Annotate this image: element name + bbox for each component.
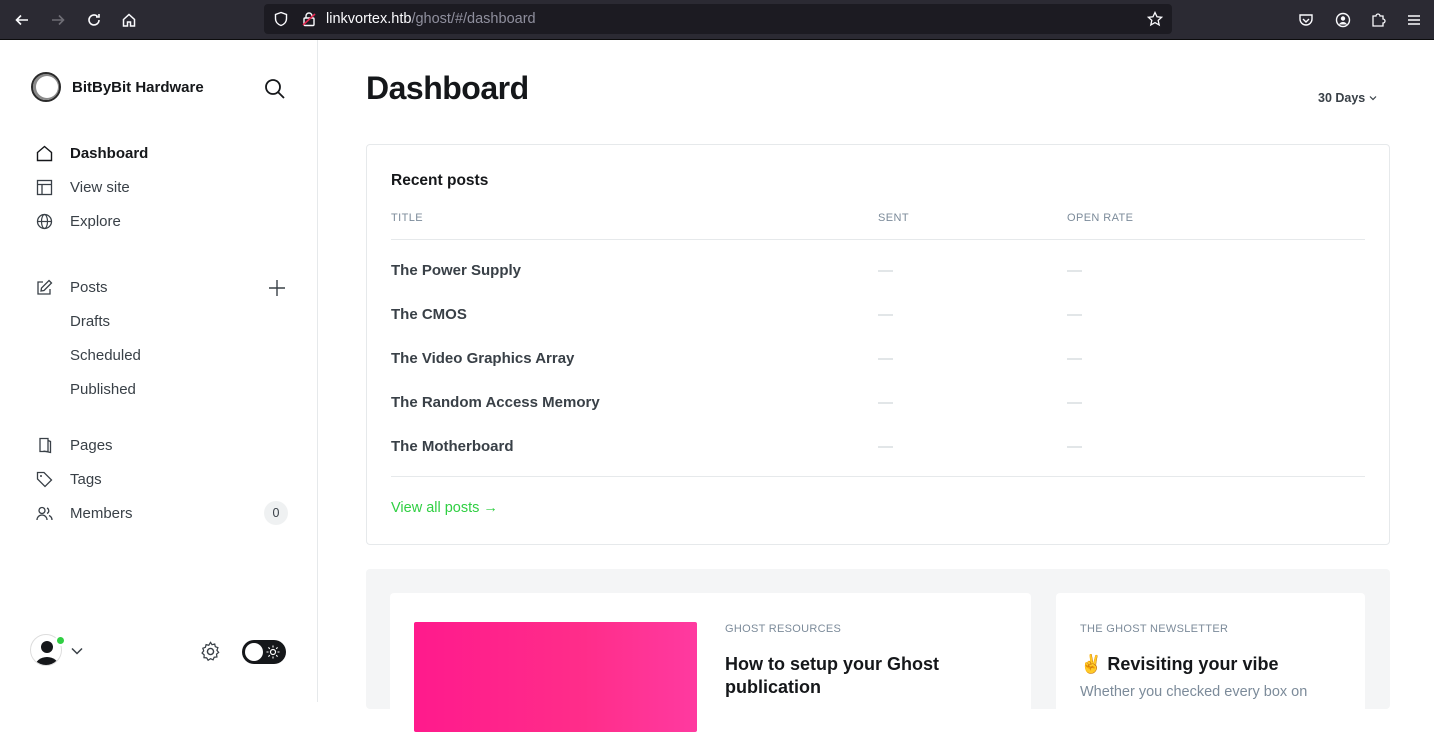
table-row[interactable]: The Video Graphics Array — — [391, 350, 1365, 374]
post-sent: — [878, 306, 893, 323]
resources-section: GHOST RESOURCES How to setup your Ghost … [366, 569, 1390, 732]
post-open-rate: — [1067, 262, 1082, 279]
sidebar-item-published[interactable]: Published [70, 381, 136, 398]
sidebar-item-explore[interactable]: Explore [36, 209, 288, 233]
newsletter-title[interactable]: ✌️ Revisiting your vibe [1080, 653, 1278, 676]
home-icon [36, 145, 53, 161]
chevron-down-icon[interactable] [70, 644, 84, 658]
column-header-open-rate: OPEN RATE [1067, 212, 1134, 224]
pages-icon [39, 437, 52, 453]
divider [391, 239, 1365, 240]
pocket-button[interactable] [1294, 8, 1318, 32]
toggle-knob [245, 643, 263, 661]
pocket-icon [1299, 14, 1313, 26]
ghost-resources-card[interactable]: GHOST RESOURCES How to setup your Ghost … [390, 593, 1031, 732]
sidebar: BitByBit Hardware Dashboard View site Ex… [0, 40, 318, 702]
table-row[interactable]: The Random Access Memory — — [391, 394, 1365, 418]
globe-icon [36, 213, 53, 229]
reload-icon [88, 14, 100, 26]
back-button[interactable] [10, 8, 34, 32]
table-row[interactable]: The Motherboard — — [391, 438, 1365, 462]
menu-button[interactable] [1402, 8, 1426, 32]
post-open-rate: — [1067, 350, 1082, 367]
ghost-newsletter-card[interactable]: THE GHOST NEWSLETTER ✌️ Revisiting your … [1056, 593, 1365, 713]
resource-title[interactable]: How to setup your Ghost publication [725, 653, 985, 699]
theme-toggle[interactable] [242, 640, 286, 664]
page-title: Dashboard [366, 70, 529, 106]
chevron-down-icon [1369, 96, 1377, 101]
sidebar-item-drafts[interactable]: Drafts [70, 313, 110, 330]
post-sent: — [878, 262, 893, 279]
browser-toolbar: linkvortex.htb/ghost/#/dashboard [0, 0, 1434, 40]
sidebar-item-posts[interactable]: Posts [36, 275, 288, 299]
online-status-dot [55, 635, 66, 646]
layout-icon [36, 179, 53, 195]
post-open-rate: — [1067, 438, 1082, 455]
sidebar-item-dashboard[interactable]: Dashboard [36, 141, 288, 165]
main-content: Dashboard 30 Days Recent posts TITLE SEN… [318, 40, 1434, 732]
brand-logo [31, 72, 61, 102]
add-post-icon[interactable] [268, 279, 286, 297]
sidebar-item-scheduled[interactable]: Scheduled [70, 347, 141, 364]
post-sent: — [878, 350, 893, 367]
members-count-badge: 0 [264, 501, 288, 525]
search-icon[interactable] [264, 78, 286, 100]
post-sent: — [878, 438, 893, 455]
hamburger-icon [1408, 15, 1420, 25]
recent-posts-card: Recent posts TITLE SENT OPEN RATE The Po… [366, 144, 1390, 545]
home-browser-icon [122, 13, 136, 27]
home-button[interactable] [117, 8, 141, 32]
post-title[interactable]: The Random Access Memory [391, 394, 600, 411]
brand[interactable]: BitByBit Hardware [31, 72, 204, 102]
account-button[interactable] [1331, 8, 1355, 32]
date-range-select[interactable]: 30 Days [1318, 91, 1377, 105]
url-text: linkvortex.htb/ghost/#/dashboard [326, 11, 536, 27]
members-icon [36, 506, 53, 520]
bookmark-star-icon[interactable] [1147, 11, 1163, 27]
address-bar[interactable]: linkvortex.htb/ghost/#/dashboard [264, 4, 1172, 34]
post-title[interactable]: The Motherboard [391, 438, 514, 455]
account-icon [1335, 12, 1351, 28]
brand-name: BitByBit Hardware [72, 78, 204, 96]
newsletter-excerpt: Whether you checked every box on [1080, 684, 1308, 700]
arrow-right-icon [52, 14, 65, 26]
table-row[interactable]: The Power Supply — — [391, 262, 1365, 286]
forward-button[interactable] [46, 8, 70, 32]
arrow-left-icon [15, 14, 28, 26]
post-open-rate: — [1067, 306, 1082, 323]
view-all-posts-link[interactable]: View all posts → [391, 500, 498, 516]
shield-icon[interactable] [273, 11, 289, 27]
reload-button[interactable] [82, 8, 106, 32]
post-title[interactable]: The CMOS [391, 306, 467, 323]
divider [391, 476, 1365, 477]
post-sent: — [878, 394, 893, 411]
settings-gear-icon[interactable] [199, 640, 222, 663]
sidebar-item-view-site[interactable]: View site [36, 175, 288, 199]
post-open-rate: — [1067, 394, 1082, 411]
extensions-button[interactable] [1366, 8, 1390, 32]
table-row[interactable]: The CMOS — — [391, 306, 1365, 330]
tag-icon [36, 471, 53, 487]
column-header-sent: SENT [878, 212, 909, 224]
resource-tag: GHOST RESOURCES [725, 623, 842, 635]
resource-thumbnail[interactable] [414, 622, 697, 732]
card-title: Recent posts [391, 172, 489, 189]
puzzle-icon [1372, 13, 1386, 27]
edit-icon [37, 279, 53, 295]
post-title[interactable]: The Video Graphics Array [391, 350, 574, 367]
newsletter-tag: THE GHOST NEWSLETTER [1080, 623, 1229, 635]
column-header-title: TITLE [391, 212, 423, 224]
sun-icon [266, 645, 280, 659]
sidebar-item-members[interactable]: Members 0 [36, 501, 288, 525]
post-title[interactable]: The Power Supply [391, 262, 521, 279]
lock-insecure-icon[interactable] [301, 11, 317, 27]
sidebar-item-tags[interactable]: Tags [36, 467, 288, 491]
sidebar-item-pages[interactable]: Pages [36, 433, 288, 457]
